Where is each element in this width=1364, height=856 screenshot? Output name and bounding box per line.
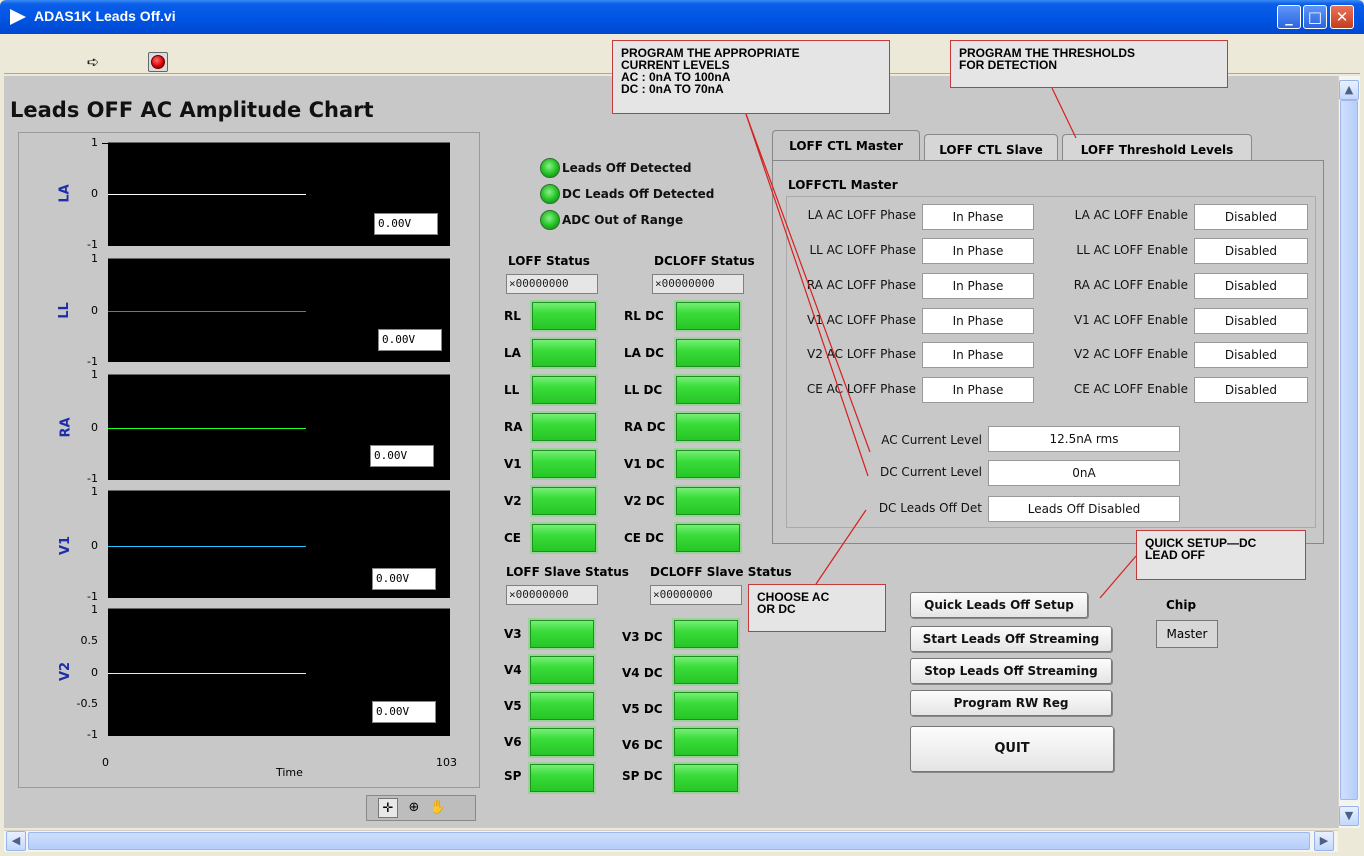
callout-thresholds: PROGRAM THE THRESHOLDS FOR DETECTION [950,40,1228,88]
callout-leaders [745,87,1137,599]
scroll-left-icon[interactable]: ◀ [6,831,26,851]
callout-current-levels: PROGRAM THE APPROPRIATE CURRENT LEVELS A… [612,40,890,114]
leader-choose-ac-dc [815,509,867,585]
horizontal-scroll-thumb[interactable] [28,832,1310,850]
leader-current-levels-ac [745,113,871,453]
callout-line: LEAD OFF [1145,548,1205,562]
leader-thresholds [1051,87,1077,139]
vertical-scroll-thumb[interactable] [1340,100,1358,800]
scroll-up-icon[interactable]: ▲ [1339,80,1359,100]
callout-line: FOR DETECTION [959,58,1057,72]
callout-choose-ac-dc: CHOOSE AC OR DC [748,584,886,632]
leader-quick-setup [1099,555,1137,599]
scroll-down-icon[interactable]: ▼ [1339,806,1359,826]
scroll-right-icon[interactable]: ▶ [1314,831,1334,851]
callout-quick-setup: QUICK SETUP—DC LEAD OFF [1136,530,1306,580]
leader-current-levels-dc [745,113,869,477]
callout-line: DC : 0nA TO 70nA [621,82,724,96]
callout-line: OR DC [757,602,796,616]
